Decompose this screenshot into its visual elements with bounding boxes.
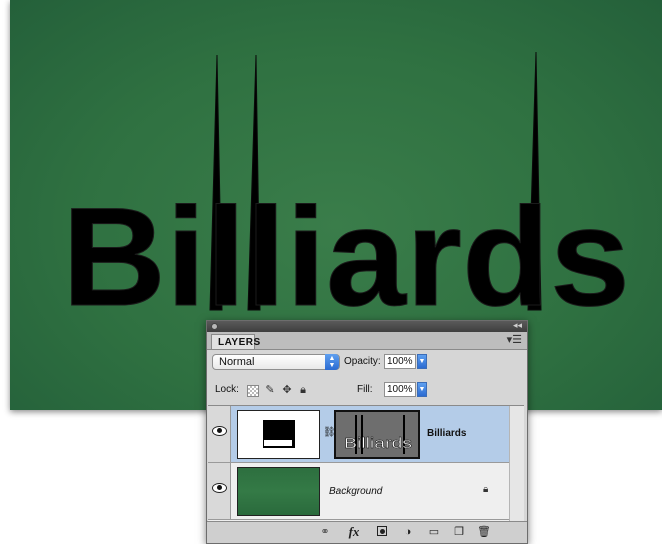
opacity-label: Opacity:: [344, 356, 381, 367]
blend-mode-select[interactable]: Normal ▲ ▼: [212, 354, 340, 370]
layers-scrollbar[interactable]: [509, 406, 524, 522]
trash-icon[interactable]: 🗑︎: [477, 525, 491, 539]
panel-bottom-bar: ⚭ fx ◑ ▭ ❐ 🗑︎: [207, 521, 527, 543]
layer-thumbnail[interactable]: [237, 467, 320, 516]
blend-row: Normal ▲ ▼ Opacity: 100% ▼: [207, 351, 527, 373]
fill-dropdown-icon[interactable]: ▼: [417, 382, 427, 397]
opacity-dropdown-icon[interactable]: ▼: [417, 354, 427, 369]
panel-menu-icon[interactable]: ▾☰: [507, 333, 522, 346]
layer-name[interactable]: Billiards: [427, 428, 466, 439]
collapse-icon[interactable]: ◂◂: [513, 320, 522, 331]
mask-text: Billiards: [344, 435, 412, 452]
lock-brush-icon[interactable]: ✎: [264, 384, 276, 396]
adjustment-layer-icon[interactable]: ◑: [401, 525, 415, 539]
panel-tab-row: LAYERS ▾☰: [207, 332, 527, 350]
blend-mode-value: Normal: [219, 356, 255, 368]
visibility-toggle[interactable]: [208, 406, 231, 462]
new-group-icon[interactable]: ▭: [427, 525, 441, 539]
fx-icon[interactable]: fx: [345, 525, 363, 539]
layers-panel: ◂◂ LAYERS ▾☰ Normal ▲ ▼ Opacity: 100% ▼ L…: [206, 320, 528, 544]
visibility-toggle[interactable]: [208, 463, 231, 519]
opacity-field[interactable]: 100%: [384, 354, 416, 369]
link-layers-icon[interactable]: ⚭: [317, 525, 333, 539]
lock-transparency-icon[interactable]: [247, 385, 259, 397]
layer-row-billiards[interactable]: ⛓ Billiards Billiards: [208, 406, 510, 463]
eye-icon: [212, 426, 227, 436]
panel-titlebar[interactable]: ◂◂: [207, 320, 527, 332]
lock-label: Lock:: [215, 384, 239, 395]
thumbnail-base: [263, 439, 293, 447]
select-arrows-icon: ▲ ▼: [325, 354, 339, 370]
new-layer-icon[interactable]: ❐: [452, 525, 466, 539]
layers-list: ⛓ Billiards Billiards Background 🔒︎: [208, 405, 524, 522]
lock-icon: 🔒︎: [483, 484, 489, 495]
fill-field[interactable]: 100%: [384, 382, 416, 397]
close-icon[interactable]: [211, 323, 218, 330]
layer-name[interactable]: Background: [329, 486, 382, 497]
vector-mask-thumbnail[interactable]: Billiards: [334, 410, 420, 459]
tab-layers[interactable]: LAYERS: [211, 334, 260, 349]
eye-icon: [212, 483, 227, 493]
mask-preview: Billiards: [344, 415, 412, 454]
add-mask-icon[interactable]: [375, 525, 389, 539]
fill-label: Fill:: [357, 384, 373, 395]
layer-thumbnail[interactable]: [237, 410, 320, 459]
layer-row-background[interactable]: Background 🔒︎: [208, 463, 510, 520]
billiards-text: Billiards: [62, 178, 630, 335]
lock-move-icon[interactable]: ✥: [281, 384, 293, 396]
lock-all-icon[interactable]: 🔒︎: [297, 384, 309, 396]
lock-row: Lock: ✎ ✥ 🔒︎ Fill: 100% ▼: [207, 379, 527, 401]
